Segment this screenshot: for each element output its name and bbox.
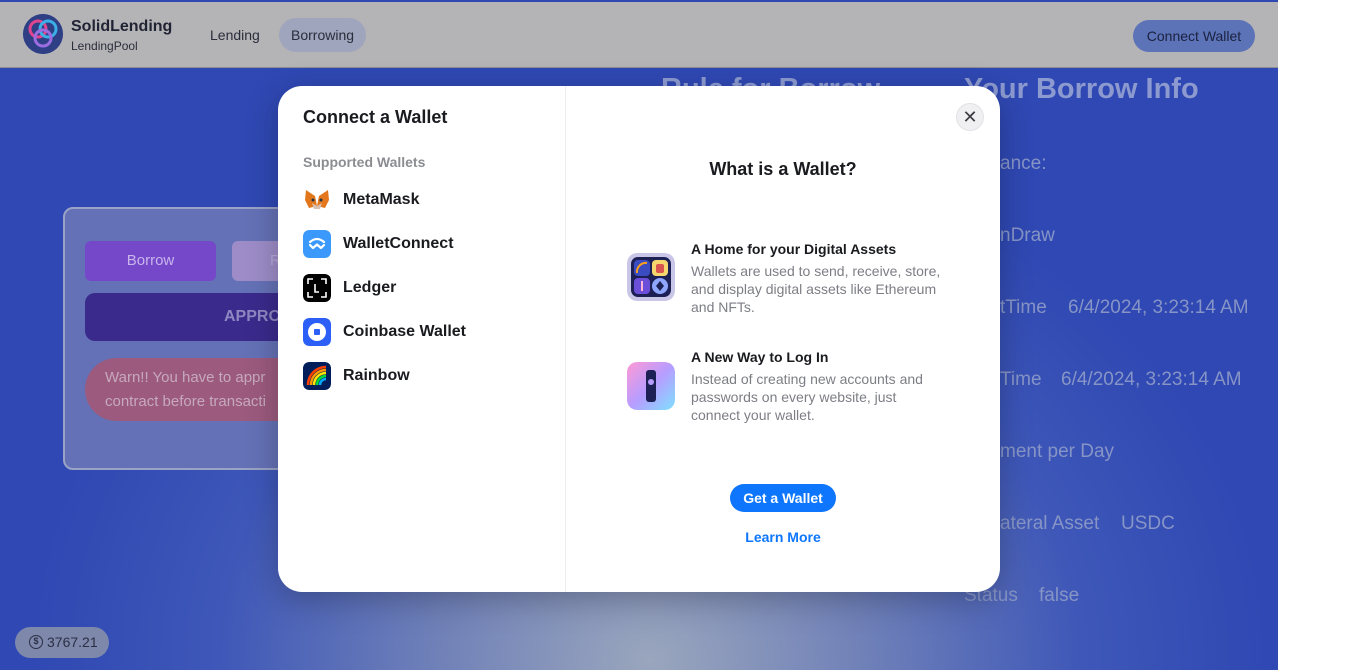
supported-wallets-label: Supported Wallets [303,154,426,170]
app-root: SolidLending LendingPool Lending Borrowi… [0,0,1278,670]
metamask-icon [303,186,331,214]
feature-desc-home: Wallets are used to send, receive, store… [691,263,941,315]
info-value-start-time: 6/4/2024, 3:23:14 AM [1068,297,1249,318]
nav-borrowing[interactable]: Borrowing [279,18,367,52]
connect-wallet-button[interactable]: Connect Wallet [1133,20,1255,52]
borrow-info-title: Your Borrow Info [964,73,1199,105]
info-value-status: false [1039,585,1080,606]
nav-lending[interactable]: Lending [198,18,272,52]
feature-desc-login: Instead of creating new accounts and pas… [691,371,923,423]
feature-title-home: A Home for your Digital Assets [691,241,897,257]
info-value-end-time: 6/4/2024, 3:23:14 AM [1061,369,1242,390]
wallet-name-walletconnect: WalletConnect [343,235,454,252]
ledger-icon [303,274,331,302]
walletconnect-icon [303,230,331,258]
what-is-wallet-title: What is a Wallet? [709,159,857,179]
digital-assets-icon [627,253,675,301]
get-a-wallet-button[interactable]: Get a Wallet [730,484,836,512]
learn-more-link[interactable]: Learn More [566,529,1000,545]
wallet-name-ledger: Ledger [343,279,397,296]
wallet-option-walletconnect[interactable]: WalletConnect [303,226,543,262]
wallet-option-rainbow[interactable]: Rainbow [303,358,543,394]
connect-wallet-modal: Connect a Wallet Supported Wallets MetaM… [278,86,1000,592]
feature-title-login: A New Way to Log In [691,349,829,365]
wallet-name-coinbase: Coinbase Wallet [343,323,466,340]
dollar-icon: $ [29,635,43,649]
info-label-balance: ance: [1000,153,1047,174]
info-label-payment: ment per Day [1000,441,1115,462]
tab-borrow[interactable]: Borrow [85,241,216,281]
info-label-withdraw: nDraw [1000,225,1055,246]
close-icon[interactable]: ✕ [956,103,984,131]
top-header: SolidLending LendingPool Lending Borrowi… [0,2,1278,68]
info-label-collateral: ateral Asset [1000,513,1100,534]
wallet-option-metamask[interactable]: MetaMask [303,182,543,218]
coinbase-icon [303,318,331,346]
brand-name: SolidLending [71,18,173,35]
wallet-option-coinbase[interactable]: Coinbase Wallet [303,314,543,350]
wallet-name-metamask: MetaMask [343,191,420,208]
rainbow-icon [303,362,331,390]
wallet-name-rainbow: Rainbow [343,367,410,384]
info-label-start-time: tTime [1000,297,1047,318]
app-logo-icon [23,14,63,54]
info-label-end-time: Time [1000,369,1042,390]
wallet-option-ledger[interactable]: Ledger [303,270,543,306]
balance-pill[interactable]: $ 3767.21 [15,627,109,658]
balance-value: 3767.21 [47,634,98,650]
modal-title: Connect a Wallet [303,107,448,127]
wallet-list-panel: Connect a Wallet Supported Wallets MetaM… [278,86,566,592]
info-value-collateral: USDC [1121,513,1175,534]
brand-subtitle: LendingPool [71,39,138,53]
login-key-icon [627,362,675,410]
